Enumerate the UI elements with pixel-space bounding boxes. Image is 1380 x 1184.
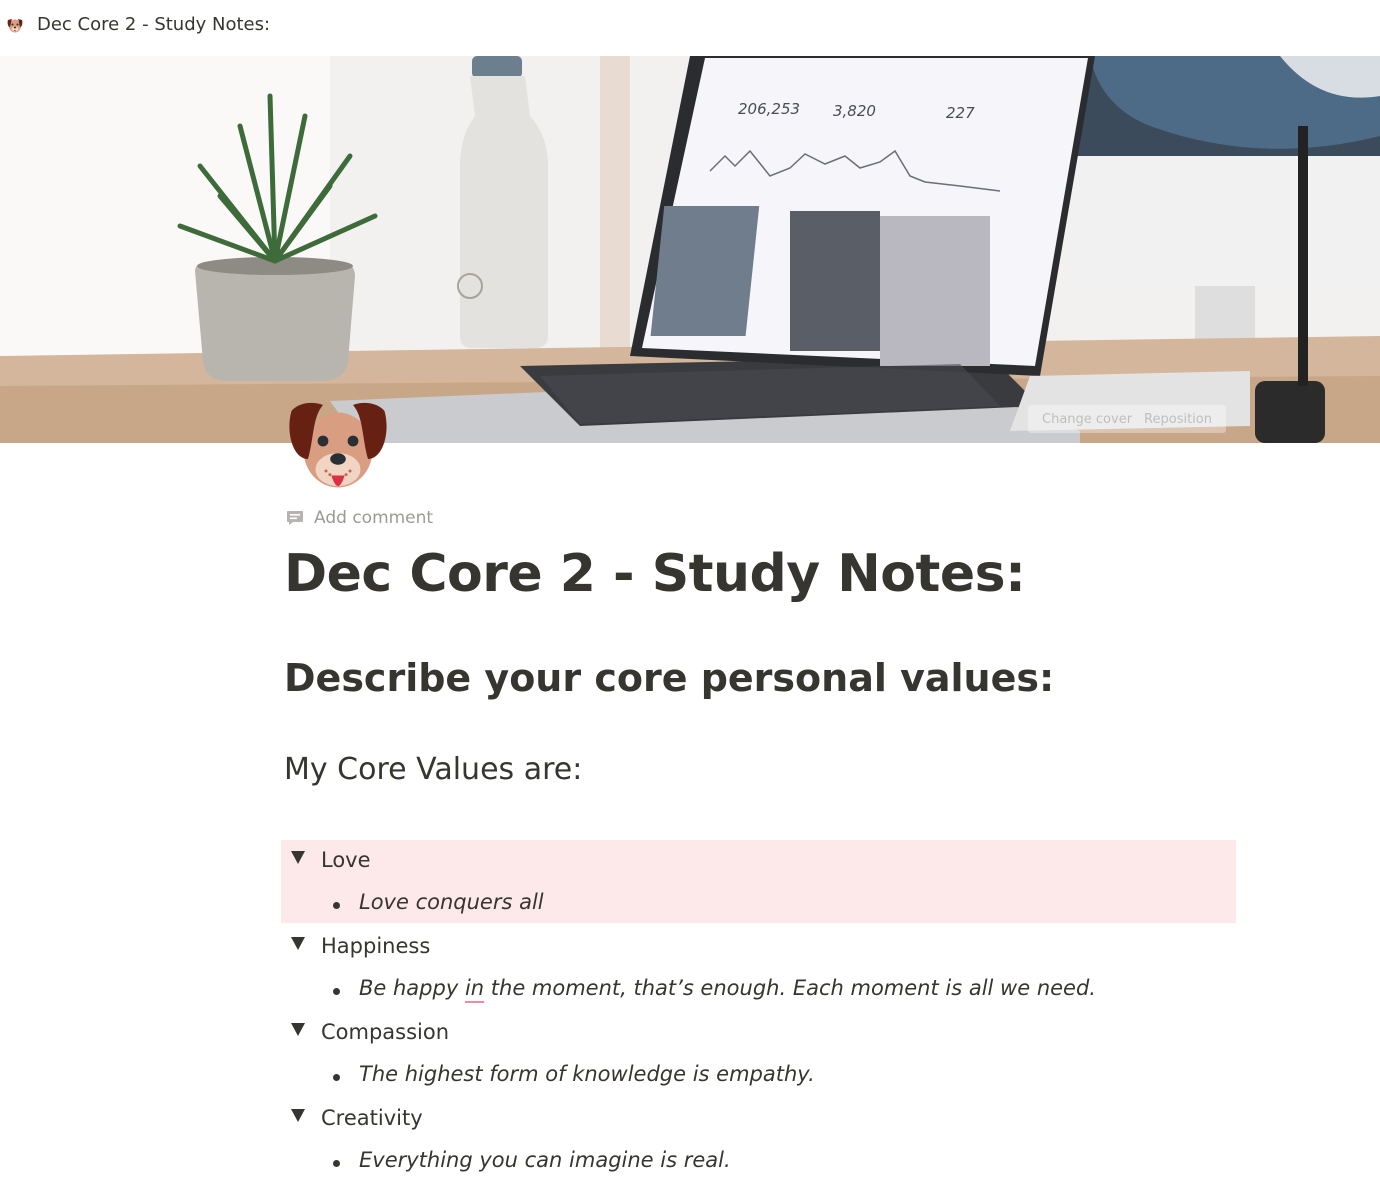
toggle-creativity[interactable]: Creativity Everything you can imagine is… bbox=[281, 1098, 1236, 1184]
bullet-text[interactable]: The highest form of knowledge is empathy… bbox=[359, 1062, 815, 1086]
bullet-text[interactable]: Love conquers all bbox=[359, 890, 544, 914]
heading-my-core-values[interactable]: My Core Values are: bbox=[284, 752, 582, 787]
toggle-love[interactable]: Love Love conquers all bbox=[281, 840, 1236, 923]
note-text-after: the moment, that’s enough. Each moment i… bbox=[484, 976, 1096, 1000]
add-comment-label: Add comment bbox=[314, 508, 434, 528]
core-values-toggle-list: Love Love conquers all Happiness Be happ… bbox=[281, 840, 1236, 1184]
toggle-arrow-icon[interactable] bbox=[291, 1023, 305, 1036]
toggle-label[interactable]: Love bbox=[321, 848, 371, 872]
stat-downloads: 3,820 bbox=[833, 102, 876, 120]
bullet-icon bbox=[333, 902, 340, 909]
change-cover-button[interactable]: Change cover bbox=[1036, 412, 1138, 427]
bullet-text[interactable]: Be happy in the moment, that’s enough. E… bbox=[359, 976, 1096, 1000]
bullet-icon bbox=[333, 1160, 340, 1167]
bullet-text[interactable]: Everything you can imagine is real. bbox=[359, 1148, 731, 1172]
toggle-arrow-icon[interactable] bbox=[291, 851, 305, 864]
note-text-before: Be happy bbox=[359, 976, 465, 1000]
toggle-label[interactable]: Compassion bbox=[321, 1020, 449, 1044]
cover-image[interactable]: 206,253 3,820 227 Change cover Repositio… bbox=[0, 56, 1380, 443]
dog-face-icon[interactable] bbox=[284, 390, 392, 498]
toggle-arrow-icon[interactable] bbox=[291, 1109, 305, 1122]
toggle-compassion[interactable]: Compassion The highest form of knowledge… bbox=[281, 1012, 1236, 1098]
window-titlebar: Dec Core 2 - Study Notes: bbox=[0, 0, 1380, 52]
comment-icon bbox=[287, 511, 303, 525]
tab-title: Dec Core 2 - Study Notes: bbox=[37, 14, 271, 35]
bullet-icon bbox=[333, 1074, 340, 1081]
add-comment-button[interactable]: Add comment bbox=[286, 508, 433, 528]
dog-face-icon bbox=[7, 19, 23, 33]
cover-controls: Change cover Reposition bbox=[1028, 405, 1226, 433]
spellcheck-flagged-word[interactable]: in bbox=[465, 976, 484, 1000]
page-title[interactable]: Dec Core 2 - Study Notes: bbox=[284, 544, 1026, 604]
toggle-label[interactable]: Creativity bbox=[321, 1106, 423, 1130]
stat-views: 206,253 bbox=[738, 100, 800, 118]
stat-likes: 227 bbox=[946, 104, 975, 122]
reposition-button[interactable]: Reposition bbox=[1138, 412, 1218, 427]
toggle-arrow-icon[interactable] bbox=[291, 937, 305, 950]
desk-scene-illustration: 206,253 3,820 227 bbox=[0, 56, 1380, 443]
toggle-happiness[interactable]: Happiness Be happy in the moment, that’s… bbox=[281, 926, 1236, 1012]
toggle-label[interactable]: Happiness bbox=[321, 934, 430, 958]
heading-core-values-question[interactable]: Describe your core personal values: bbox=[284, 656, 1054, 700]
bullet-icon bbox=[333, 988, 340, 995]
